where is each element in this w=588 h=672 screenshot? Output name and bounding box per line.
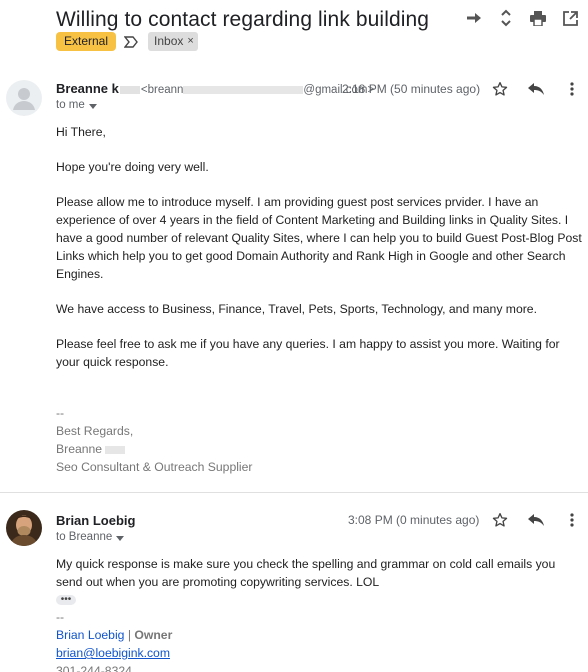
message2-time: 3:08 PM (0 minutes ago) bbox=[348, 513, 480, 527]
body-paragraph: Hope you're doing very well. bbox=[56, 160, 209, 174]
external-label: External bbox=[56, 32, 117, 51]
message2-body: My quick response is make sure you check… bbox=[56, 555, 582, 591]
print-icon[interactable] bbox=[522, 6, 554, 30]
message-divider bbox=[0, 492, 588, 493]
recipients-text: to Breanne bbox=[56, 531, 113, 543]
inbox-label-text: Inbox bbox=[154, 34, 184, 48]
email-redacted bbox=[183, 85, 304, 94]
importance-marker-icon[interactable] bbox=[124, 35, 140, 49]
label-row: External Inbox × bbox=[56, 32, 198, 51]
signature-phone: 301-244-8324 bbox=[56, 664, 132, 672]
body-paragraph: We have access to Business, Finance, Tra… bbox=[56, 302, 537, 316]
show-trimmed-content-button[interactable]: ••• bbox=[56, 595, 76, 605]
chevron-down-icon[interactable] bbox=[116, 535, 125, 541]
signature-name-line: Breanne bbox=[56, 440, 582, 458]
sender-avatar bbox=[6, 80, 42, 116]
signature-title: Seo Consultant & Outreach Supplier bbox=[56, 460, 253, 474]
message1-signature: -- Best Regards, Breanne Seo Consultant … bbox=[56, 404, 582, 476]
body-paragraph: Hi There, bbox=[56, 125, 106, 139]
signature-dashes: -- bbox=[56, 406, 65, 420]
signature-name-redacted bbox=[105, 445, 126, 454]
message2-recipients[interactable]: to Breanne bbox=[56, 531, 125, 543]
more-vert-icon[interactable] bbox=[554, 77, 588, 101]
body-paragraph: Please feel free to ask me if you have a… bbox=[56, 337, 560, 369]
signature-regards: Best Regards, bbox=[56, 424, 134, 438]
message2-sender-name: Brian Loebig bbox=[56, 513, 136, 528]
reply-icon[interactable] bbox=[518, 508, 554, 532]
recipients-text: to me bbox=[56, 99, 85, 111]
expand-icon[interactable] bbox=[490, 6, 522, 30]
signature-name: Breanne bbox=[56, 442, 103, 456]
signature-name-line: Brian Loebig | Owner bbox=[56, 626, 582, 644]
show-trimmed-content: ••• bbox=[56, 591, 582, 605]
inbox-label: Inbox × bbox=[148, 32, 198, 51]
sender-email-local: <breann bbox=[140, 84, 184, 96]
star-icon[interactable] bbox=[482, 508, 518, 532]
message1-sender-email: <breann @gmail.com> bbox=[141, 84, 374, 96]
more-vert-icon[interactable] bbox=[554, 508, 588, 532]
forward-arrow-icon[interactable] bbox=[458, 6, 490, 30]
reply-icon[interactable] bbox=[518, 77, 554, 101]
remove-label-icon[interactable]: × bbox=[187, 34, 193, 49]
chevron-down-icon[interactable] bbox=[88, 103, 97, 109]
signature-separator: | bbox=[124, 628, 135, 642]
message2-actions bbox=[482, 508, 588, 532]
email-subject: Willing to contact regarding link buildi… bbox=[56, 8, 430, 31]
signature-email-link[interactable]: brian@loebigink.com bbox=[56, 646, 170, 660]
message1-time: 2:18 PM (50 minutes ago) bbox=[342, 82, 481, 96]
signature-role: Owner bbox=[134, 628, 173, 642]
message1-sender: Breanne k <breann @gmail.com> bbox=[56, 81, 374, 96]
signature-dashes: -- bbox=[56, 610, 65, 624]
message2-signature: -- Brian Loebig | Owner brian@loebigink.… bbox=[56, 608, 582, 672]
sender-name-redacted bbox=[119, 85, 140, 94]
signature-name-link[interactable]: Brian Loebig bbox=[56, 628, 124, 642]
message1-recipients[interactable]: to me bbox=[56, 99, 97, 111]
open-new-window-icon[interactable] bbox=[554, 6, 586, 30]
message1-sender-name: Breanne k bbox=[56, 81, 119, 96]
sender-avatar bbox=[6, 510, 42, 546]
message1-actions bbox=[482, 77, 588, 101]
body-paragraph: Please allow me to introduce myself. I a… bbox=[56, 195, 582, 281]
star-icon[interactable] bbox=[482, 77, 518, 101]
message1-body: Hi There, Hope you're doing very well. P… bbox=[56, 123, 582, 371]
body-paragraph: My quick response is make sure you check… bbox=[56, 557, 556, 589]
thread-toolbar bbox=[458, 6, 586, 30]
